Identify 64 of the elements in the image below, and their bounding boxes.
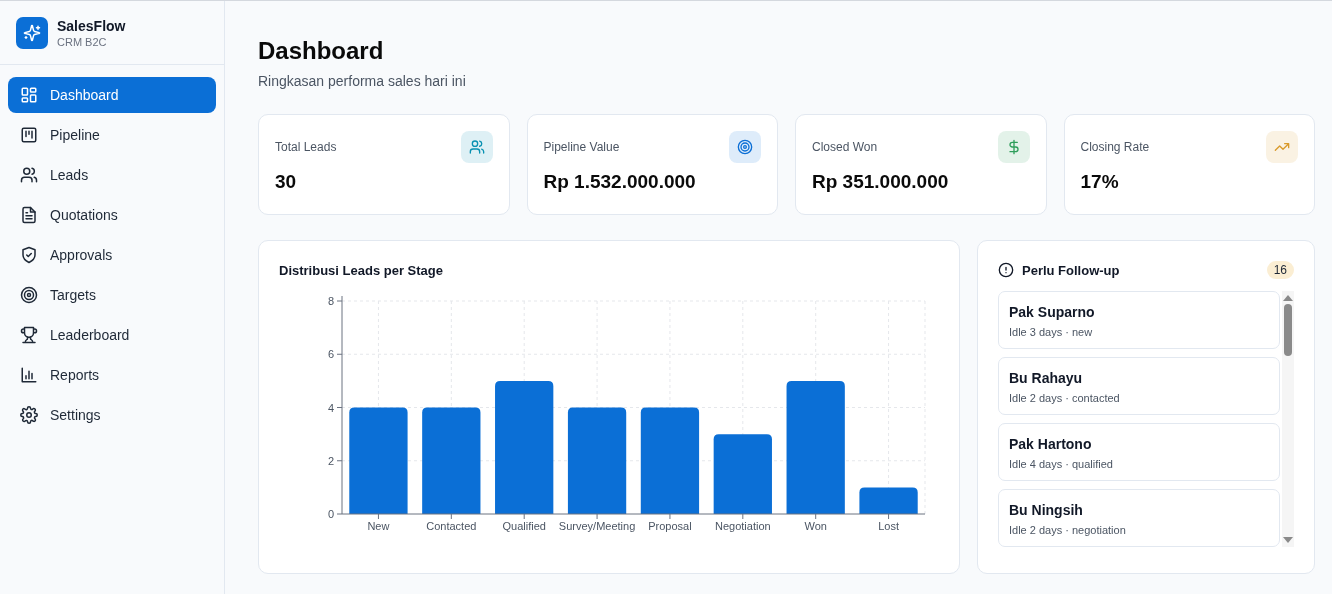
y-tick-label: 4: [327, 401, 334, 414]
target-icon: [20, 286, 38, 304]
chart-title: Distribusi Leads per Stage: [279, 262, 444, 278]
lead-card[interactable]: Pak Hartono Idle 4 days · qualified: [998, 423, 1280, 481]
y-tick-label: 0: [327, 508, 334, 520]
nav-item[interactable]: Reports: [8, 357, 216, 393]
x-tick-label: Qualified: [502, 520, 546, 532]
kanban-icon: [20, 126, 38, 144]
app-name: SalesFlow: [57, 17, 126, 34]
stat-label: Total Leads: [275, 140, 337, 154]
nav-item[interactable]: Quotations: [8, 197, 216, 233]
lead-detail: Idle 4 days · qualified: [1009, 458, 1114, 470]
stat-value: 30: [275, 171, 298, 193]
scrollbar[interactable]: [1282, 291, 1294, 547]
lead-name: Pak Hartono: [1009, 436, 1093, 452]
y-tick-label: 8: [327, 295, 334, 307]
nav-item[interactable]: Leaderboard: [8, 317, 216, 353]
users-icon: [468, 139, 485, 155]
stat-value: Rp 351.000.000: [812, 171, 950, 193]
trophy-icon: [20, 326, 38, 344]
shield-check-icon: [20, 246, 38, 264]
target-icon: [737, 139, 753, 155]
lead-name: Bu Rahayu: [1009, 370, 1084, 386]
nav-item[interactable]: Approvals: [8, 237, 216, 273]
stat-label: Closing Rate: [1080, 140, 1150, 154]
lead-detail: Idle 3 days · new: [1009, 326, 1094, 338]
alert-icon: [998, 262, 1014, 278]
x-tick-label: Won: [804, 520, 827, 532]
y-tick-label: 6: [327, 348, 334, 361]
x-tick-label: Lost: [878, 520, 899, 532]
panel-title: Perlu Follow-up: [1022, 262, 1121, 278]
nav-item[interactable]: Leads: [8, 157, 216, 193]
nav-item[interactable]: Settings: [8, 397, 216, 433]
x-tick-label: Contacted: [426, 520, 477, 532]
lead-card[interactable]: Bu Rahayu Idle 2 days · contacted: [998, 357, 1280, 415]
lead-detail: Idle 2 days · negotiation: [1009, 524, 1127, 536]
x-tick-label: Proposal: [648, 520, 692, 532]
bar-chart-icon: [20, 366, 38, 384]
x-tick-label: New: [367, 520, 390, 532]
app-subtitle: CRM B2C: [57, 35, 108, 48]
users-icon: [20, 166, 38, 184]
page-title: Dashboard: [258, 37, 385, 65]
stat-label: Closed Won: [812, 140, 878, 154]
nav-item[interactable]: Pipeline: [8, 117, 216, 153]
lead-name: Pak Suparno: [1009, 304, 1096, 320]
lead-name: Bu Ningsih: [1009, 502, 1084, 518]
grid-icon: [20, 86, 38, 104]
nav-item[interactable]: Dashboard: [8, 77, 216, 113]
document-icon: [20, 206, 38, 224]
y-tick-label: 2: [327, 454, 334, 467]
sparkles-icon: [23, 23, 41, 42]
stat-value: 17%: [1080, 171, 1120, 193]
settings-icon: [20, 406, 38, 424]
lead-detail: Idle 2 days · contacted: [1009, 392, 1121, 404]
page-subtitle: Ringkasan performa sales hari ini: [258, 73, 467, 89]
lead-card[interactable]: Pak Suparno Idle 3 days · new: [998, 291, 1280, 349]
stat-value: Rp 1.532.000.000: [543, 171, 697, 193]
x-tick-label: Survey/Meeting: [558, 520, 636, 532]
bar: [859, 487, 918, 514]
lead-card[interactable]: Bu Ningsih Idle 2 days · negotiation: [998, 489, 1280, 547]
nav-item[interactable]: Targets: [8, 277, 216, 313]
stat-label: Pipeline Value: [543, 140, 620, 154]
count-badge: 16: [1266, 261, 1294, 279]
x-tick-label: Negotiation: [715, 520, 771, 532]
